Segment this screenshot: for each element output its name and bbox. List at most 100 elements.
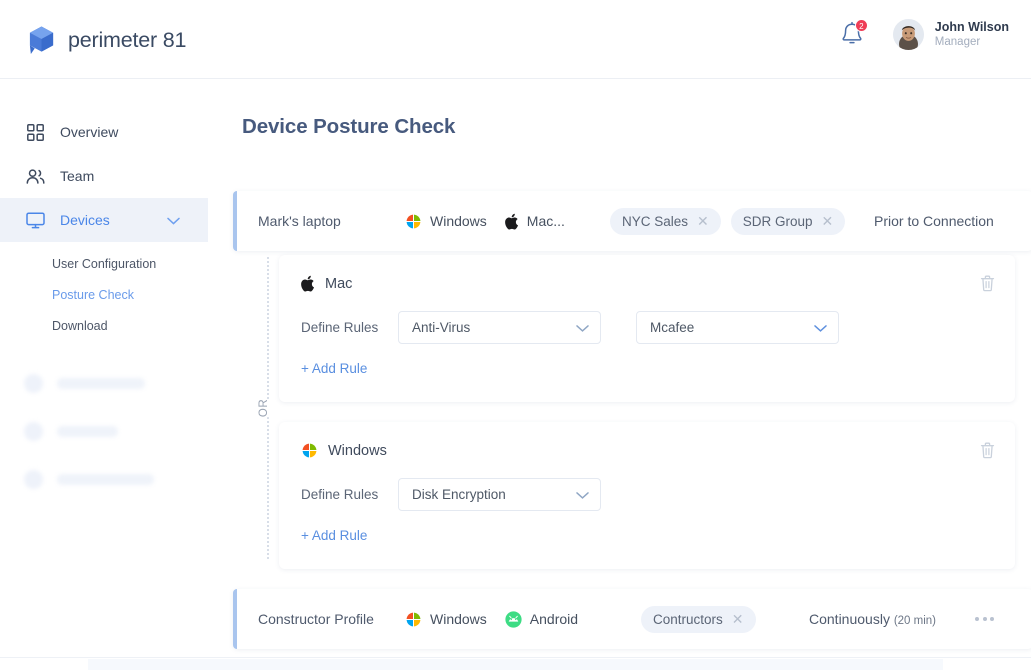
rule-type-select[interactable]: Anti-Virus	[398, 311, 601, 344]
os-chip-windows: Windows	[405, 611, 487, 628]
add-rule-button[interactable]: + Add Rule	[301, 361, 367, 376]
policy-os-list: Windows Mac...	[405, 213, 565, 230]
rule-card: Mac Define Rules Anti-Virus	[279, 255, 1015, 402]
os-chip-mac: Mac...	[505, 213, 565, 230]
sidebar-item-team[interactable]: Team	[0, 154, 208, 198]
placeholder-circle	[24, 470, 43, 489]
sidebar-item-posture-check[interactable]: Posture Check	[0, 279, 208, 310]
device-posture-check-page: perimeter 81 2	[0, 0, 1031, 670]
windows-icon	[405, 611, 422, 628]
user-avatar-image	[893, 19, 924, 50]
policy-name: Mark's laptop	[258, 213, 341, 229]
user-role: Manager	[935, 35, 1009, 49]
tag-chip[interactable]: SDR Group ✕	[731, 208, 846, 235]
tag-label: SDR Group	[743, 214, 813, 229]
os-label: Windows	[430, 611, 487, 627]
rule-value-value: Mcafee	[650, 320, 694, 335]
placeholder-bar	[57, 378, 145, 389]
placeholder-circle	[24, 422, 43, 441]
placeholder-bar	[57, 426, 118, 437]
header-actions: 2 John Wilson Manager	[839, 19, 1009, 50]
add-rule-button[interactable]: + Add Rule	[301, 528, 367, 543]
sidebar-item-download[interactable]: Download	[0, 310, 208, 341]
apple-icon	[505, 213, 519, 230]
policy-row[interactable]: Mark's laptop Windows	[233, 191, 1031, 251]
chevron-down-icon	[576, 487, 589, 502]
policy-rules-area: OR Mac	[233, 255, 1031, 569]
placeholder-bar	[57, 474, 154, 485]
rule-type-select[interactable]: Disk Encryption	[398, 478, 601, 511]
rule-definition-row: Define Rules Anti-Virus Mcafee	[301, 311, 993, 344]
close-icon[interactable]: ✕	[822, 214, 834, 228]
close-icon[interactable]: ✕	[697, 214, 709, 228]
brand-word: perimeter	[68, 28, 157, 52]
define-rules-label: Define Rules	[301, 320, 381, 335]
main-content: Device Posture Check Mark's laptop Windo…	[208, 79, 1031, 670]
policy-tags: NYC Sales ✕ SDR Group ✕	[610, 208, 845, 235]
chevron-down-icon	[814, 320, 827, 335]
delete-rule-button[interactable]	[980, 442, 995, 464]
more-horizontal-icon[interactable]	[975, 617, 994, 621]
sidebar-item-user-configuration[interactable]: User Configuration	[0, 248, 208, 279]
cube-logo-icon	[27, 25, 56, 55]
rule-type-value: Anti-Virus	[412, 320, 470, 335]
sidebar-item-overview[interactable]: Overview	[0, 110, 208, 154]
os-label: Windows	[430, 213, 487, 229]
monitor-icon	[26, 211, 45, 230]
placeholder-row	[24, 470, 208, 489]
os-label: Android	[530, 611, 578, 627]
notifications-button[interactable]: 2	[839, 20, 865, 50]
sidebar-item-devices[interactable]: Devices	[0, 198, 208, 242]
bottom-divider	[0, 657, 1031, 658]
or-label: OR	[253, 399, 275, 417]
apple-icon	[301, 275, 315, 292]
windows-icon	[405, 213, 422, 230]
user-name: John Wilson	[935, 20, 1009, 36]
os-label: Mac...	[527, 213, 565, 229]
policy-name: Constructor Profile	[258, 611, 374, 627]
page-title: Device Posture Check	[242, 115, 455, 139]
sidebar-item-label: Overview	[60, 124, 118, 140]
rule-os-label: Mac	[325, 276, 352, 292]
schedule-label: Prior to Connection	[874, 213, 994, 229]
os-chip-android: Android	[505, 611, 578, 628]
android-icon	[505, 611, 522, 628]
avatar	[893, 19, 924, 50]
os-chip-windows: Windows	[405, 213, 487, 230]
or-divider: OR	[261, 257, 275, 559]
user-menu[interactable]: John Wilson Manager	[893, 19, 1009, 50]
bottom-tint	[88, 659, 943, 670]
subnav-label: User Configuration	[52, 257, 156, 271]
policy-row[interactable]: Constructor Profile Windows	[233, 589, 1031, 649]
rule-definition-row: Define Rules Disk Encryption	[301, 478, 993, 511]
windows-icon	[301, 442, 318, 459]
tag-chip[interactable]: NYC Sales ✕	[610, 208, 721, 235]
people-icon	[26, 167, 45, 186]
rule-card: Windows Define Rules Disk Enc	[279, 422, 1015, 569]
subnav-label: Download	[52, 319, 108, 333]
placeholder-row	[24, 374, 208, 393]
close-icon[interactable]: ✕	[732, 612, 744, 626]
placeholder-row	[24, 422, 208, 441]
sidebar-item-label: Devices	[60, 212, 110, 228]
rule-os-label: Windows	[328, 443, 387, 459]
rule-value-select[interactable]: Mcafee	[636, 311, 839, 344]
tag-chip[interactable]: Contructors ✕	[641, 606, 756, 633]
policy-schedule[interactable]: Continuously (20 min)	[809, 611, 936, 627]
delete-rule-button[interactable]	[980, 275, 995, 297]
define-rules-label: Define Rules	[301, 487, 381, 502]
brand-number: 81	[163, 28, 187, 52]
rule-card-header: Windows	[301, 442, 993, 459]
policy-tags: Contructors ✕	[641, 606, 756, 633]
schedule-interval: (20 min)	[894, 615, 936, 627]
sidebar-placeholder-items	[0, 374, 208, 489]
trash-icon	[980, 442, 995, 459]
subnav-label: Posture Check	[52, 288, 134, 302]
grid-icon	[26, 123, 45, 142]
policy-list: Mark's laptop Windows	[233, 191, 1031, 649]
policy-schedule[interactable]: Prior to Connection	[874, 213, 994, 229]
rule-card-header: Mac	[301, 275, 993, 292]
brand-logo-block[interactable]: perimeter 81	[27, 25, 186, 55]
chevron-down-icon	[576, 320, 589, 335]
chevron-down-icon[interactable]	[167, 212, 180, 228]
